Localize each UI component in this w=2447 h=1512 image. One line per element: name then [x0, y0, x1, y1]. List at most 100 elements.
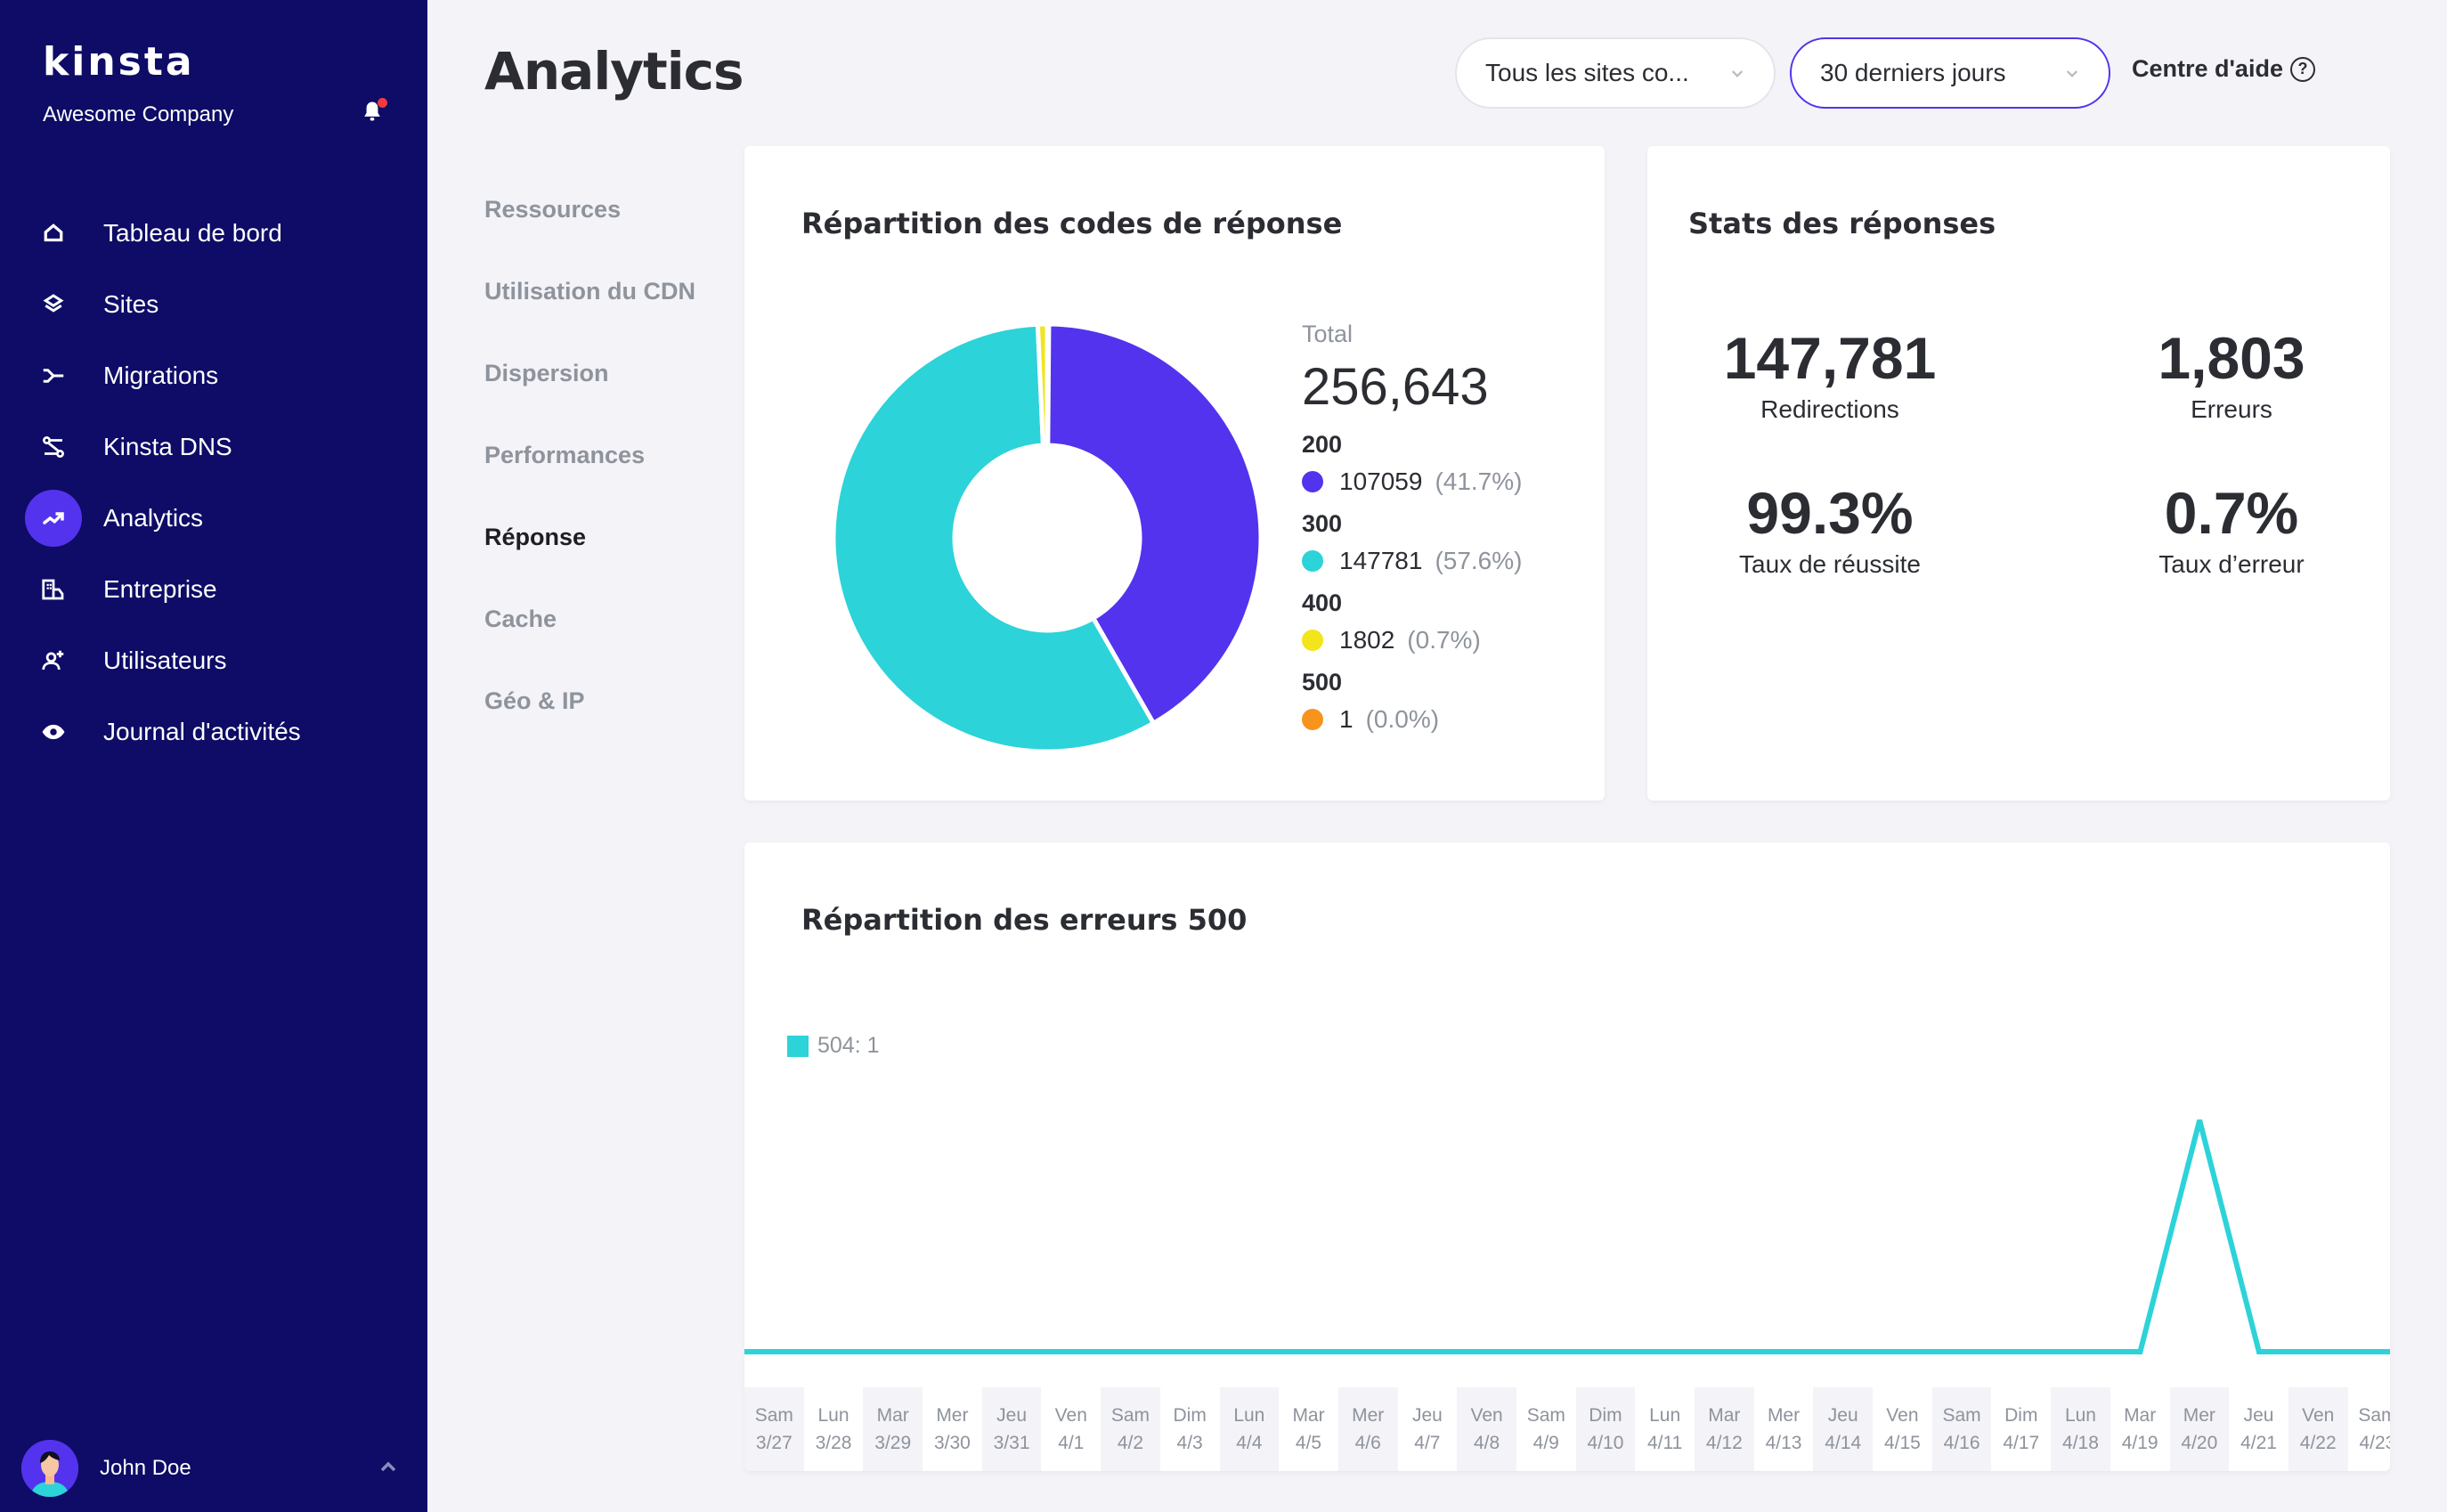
data-point-15[interactable]	[1662, 1349, 1668, 1354]
x-tick-label: Mer 4/13	[1754, 1387, 1814, 1471]
sidebar-item-sites[interactable]: Sites	[0, 269, 427, 340]
legend-dot-500	[1302, 709, 1323, 730]
subnav-reponse[interactable]: Réponse	[484, 524, 695, 606]
donut-slice-500[interactable]	[1045, 321, 1052, 448]
x-tick-date: 4/18	[2062, 1433, 2099, 1453]
subnav-dispersion[interactable]: Dispersion	[484, 360, 695, 442]
period-select[interactable]: 30 derniers jours	[1790, 37, 2110, 109]
subnav-cdn[interactable]: Utilisation du CDN	[484, 278, 695, 360]
sidebar-item-entreprise[interactable]: Entreprise	[0, 554, 427, 625]
help-circle-icon: ?	[2289, 56, 2315, 82]
x-tick-day: Mar	[2124, 1405, 2157, 1426]
stat-value: 147,781	[1723, 325, 1937, 391]
subnav-geo-ip[interactable]: Géo & IP	[484, 687, 695, 769]
errors-500-line-chart	[744, 1118, 2390, 1354]
data-point-7[interactable]	[1187, 1349, 1192, 1354]
data-point-25[interactable]	[2256, 1349, 2262, 1354]
sidebar-item-utilisateurs[interactable]: Utilisateurs	[0, 625, 427, 696]
chevron-up-icon[interactable]	[378, 1457, 399, 1478]
x-tick-date: 4/16	[1943, 1433, 1980, 1453]
x-tick-day: Lun	[2064, 1405, 2096, 1426]
card-title: Stats des réponses	[1688, 207, 1996, 240]
sidebar-item-label: Analytics	[103, 504, 204, 532]
user-add-icon	[25, 632, 82, 689]
data-point-4[interactable]	[1009, 1349, 1014, 1354]
subnav-cache[interactable]: Cache	[484, 606, 695, 687]
data-point-8[interactable]	[1247, 1349, 1252, 1354]
x-tick-day: Lun	[1233, 1405, 1265, 1426]
x-tick-date: 3/31	[993, 1433, 1030, 1453]
sidebar-item-journal[interactable]: Journal d'activités	[0, 696, 427, 768]
data-point-26[interactable]	[2316, 1349, 2321, 1354]
subnav-ressources[interactable]: Ressources	[484, 196, 695, 278]
stat-value: 1,803	[2158, 325, 2305, 391]
x-tick-date: 4/6	[1354, 1433, 1381, 1453]
data-point-12[interactable]	[1484, 1349, 1490, 1354]
sidebar-item-migrations[interactable]: Migrations	[0, 340, 427, 411]
company-name[interactable]: Awesome Company	[43, 102, 233, 127]
x-tick-day: Ven	[2302, 1405, 2335, 1426]
user-menu[interactable]: John Doe	[0, 1434, 427, 1503]
data-point-23[interactable]	[2137, 1349, 2142, 1354]
data-point-13[interactable]	[1543, 1349, 1549, 1354]
sidebar-item-dashboard[interactable]: Tableau de bord	[0, 198, 427, 269]
x-tick-date: 4/15	[1883, 1433, 1921, 1453]
x-tick-day: Sam	[1110, 1405, 1150, 1426]
data-point-21[interactable]	[2019, 1349, 2024, 1354]
help-center-link[interactable]: Centre d'aide ?	[2132, 55, 2315, 83]
sidebar: kinsta Awesome Company Tableau de bord S…	[0, 0, 427, 1512]
x-tick-label: Sam 4/16	[1931, 1387, 1992, 1471]
data-point-11[interactable]	[1425, 1349, 1430, 1354]
x-tick-date: 4/14	[1825, 1433, 1862, 1453]
legend-dot-200	[1302, 471, 1323, 492]
x-tick-label: Lun 4/4	[1219, 1387, 1280, 1471]
data-point-10[interactable]	[1365, 1349, 1370, 1354]
data-point-2[interactable]	[890, 1349, 896, 1354]
x-tick-date: 4/13	[1765, 1433, 1802, 1453]
data-point-14[interactable]	[1603, 1349, 1608, 1354]
series-line-504	[744, 1119, 2390, 1354]
legend-item-500: 1 (0.0%)	[1302, 705, 1522, 734]
legend-count: 107059	[1339, 467, 1423, 495]
x-tick-day: Mer	[2183, 1405, 2215, 1426]
x-tick-date: 4/19	[2121, 1433, 2158, 1453]
x-tick-day: Dim	[2004, 1405, 2038, 1426]
data-point-6[interactable]	[1128, 1349, 1134, 1354]
x-tick-date: 4/17	[2003, 1433, 2040, 1453]
x-tick-label: Mar 4/5	[1279, 1387, 1338, 1471]
data-point-20[interactable]	[1959, 1349, 1964, 1354]
subnav-performances[interactable]: Performances	[484, 442, 695, 524]
stat-label: Erreurs	[2191, 395, 2272, 423]
x-tick-label: Dim 4/10	[1575, 1387, 1636, 1471]
page-title: Analytics	[484, 41, 744, 102]
data-point-3[interactable]	[949, 1349, 955, 1354]
data-point-24[interactable]	[2197, 1118, 2202, 1123]
x-tick-label: Mer 4/20	[2169, 1387, 2230, 1471]
x-tick-label: Jeu 4/14	[1813, 1387, 1874, 1471]
trending-up-icon	[25, 490, 82, 547]
sidebar-item-analytics[interactable]: Analytics	[0, 483, 427, 554]
sites-select[interactable]: Tous les sites co...	[1455, 37, 1776, 109]
data-point-9[interactable]	[1306, 1349, 1312, 1354]
data-point-5[interactable]	[1069, 1349, 1074, 1354]
x-tick-day: Mer	[936, 1405, 969, 1426]
avatar	[21, 1440, 78, 1497]
data-point-18[interactable]	[1841, 1349, 1846, 1354]
sidebar-item-label: Tableau de bord	[103, 219, 282, 247]
sidebar-item-kinsta-dns[interactable]: Kinsta DNS	[0, 411, 427, 483]
kinsta-logo[interactable]: kinsta	[43, 39, 195, 85]
x-tick-label: Ven 4/22	[2288, 1387, 2348, 1471]
data-point-19[interactable]	[1900, 1349, 1906, 1354]
data-point-22[interactable]	[2078, 1349, 2084, 1354]
x-tick-label: Sam 3/27	[744, 1387, 804, 1471]
legend-code-200: 200	[1302, 431, 1343, 458]
legend-dot-300	[1302, 550, 1323, 572]
stat-error-rate: 0.7% Taux d’erreur	[2080, 479, 2383, 579]
data-point-1[interactable]	[831, 1349, 836, 1354]
data-point-16[interactable]	[1722, 1349, 1728, 1354]
legend-pct: (0.7%)	[1407, 626, 1481, 654]
x-tick-day: Jeu	[2243, 1405, 2274, 1426]
data-point-17[interactable]	[1781, 1349, 1786, 1354]
x-tick-day: Mar	[1708, 1405, 1741, 1426]
legend-count: 147781	[1339, 547, 1423, 574]
